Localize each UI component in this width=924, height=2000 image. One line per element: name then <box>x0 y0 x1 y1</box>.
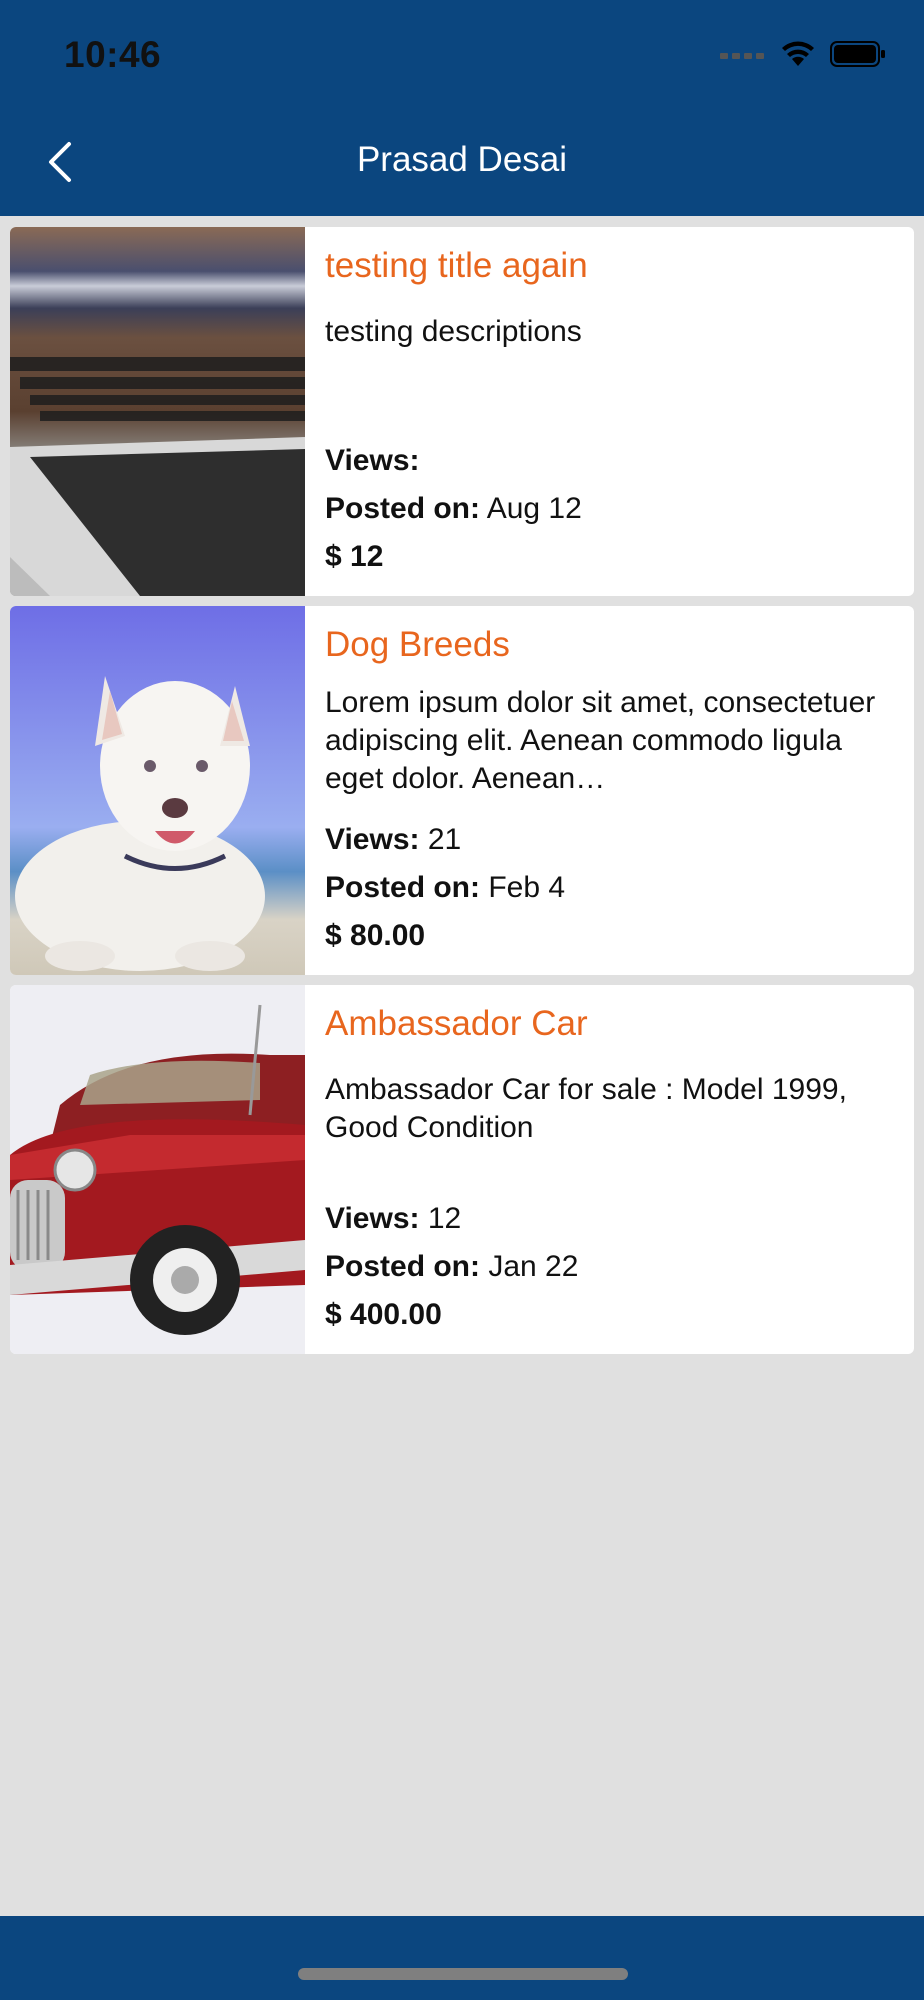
posted-label: Posted on: <box>325 871 480 904</box>
listing-card[interactable]: Ambassador Car Ambassador Car for sale :… <box>10 985 914 1354</box>
status-bar: 10:46 <box>0 0 924 110</box>
page-title: Prasad Desai <box>356 140 568 179</box>
posted-line: Posted on: Jan 22 <box>325 1243 578 1291</box>
listing-title: testing title again <box>325 246 588 285</box>
home-bar-area <box>0 1916 924 2000</box>
listing-body: Ambassador Car Ambassador Car for sale :… <box>305 985 914 1354</box>
listing-description: testing descriptions <box>325 315 582 348</box>
listing-price: $ 400.00 <box>325 1298 442 1331</box>
listing-body: testing title again testing descriptions… <box>305 227 914 596</box>
signal-icon <box>720 47 766 66</box>
status-icons <box>720 40 886 73</box>
views-line: Views: <box>325 437 582 485</box>
home-indicator[interactable] <box>298 1968 628 1980</box>
listing-meta: Views: 21 Posted on: Feb 4 $ 80.00 <box>325 816 565 960</box>
posted-line: Posted on: Feb 4 <box>325 864 565 912</box>
status-time: 10:46 <box>64 34 162 75</box>
nav-bar: Prasad Desai <box>0 110 924 216</box>
listing-meta: Views: 12 Posted on: Jan 22 $ 400.00 <box>325 1195 578 1339</box>
views-value: 21 <box>427 823 462 856</box>
views-label: Views: <box>325 444 420 477</box>
views-value: 12 <box>427 1202 462 1235</box>
listing-title: Ambassador Car <box>325 1004 588 1043</box>
views-line: Views: 21 <box>325 816 565 864</box>
listing-image <box>10 985 305 1354</box>
posted-label: Posted on: <box>325 1250 480 1283</box>
views-line: Views: 12 <box>325 1195 578 1243</box>
listing-image <box>10 227 305 596</box>
posted-line: Posted on: Aug 12 <box>325 485 582 533</box>
listing-price: $ 12 <box>325 540 384 573</box>
posted-label: Posted on: <box>325 492 480 525</box>
battery-icon <box>830 41 886 72</box>
listing-meta: Views: Posted on: Aug 12 $ 12 <box>325 437 582 581</box>
listing-title: Dog Breeds <box>325 625 510 664</box>
listing-image <box>10 606 305 975</box>
views-label: Views: <box>325 1202 420 1235</box>
listing-card[interactable]: testing title again testing descriptions… <box>10 227 914 596</box>
listing-price: $ 80.00 <box>325 919 426 952</box>
listing-description: Ambassador Car for sale : Model 1999, Go… <box>325 1073 847 1144</box>
wifi-icon <box>780 40 816 73</box>
posted-value: Aug 12 <box>486 492 582 525</box>
listing-list: testing title again testing descriptions… <box>10 227 914 1364</box>
posted-value: Feb 4 <box>488 871 566 904</box>
listing-card[interactable]: Dog Breeds Lorem ipsum dolor sit amet, c… <box>10 606 914 975</box>
posted-value: Jan 22 <box>488 1250 579 1283</box>
views-label: Views: <box>325 823 420 856</box>
listing-description: Lorem ipsum dolor sit amet, consectetuer… <box>325 686 876 795</box>
listing-body: Dog Breeds Lorem ipsum dolor sit amet, c… <box>305 606 914 975</box>
